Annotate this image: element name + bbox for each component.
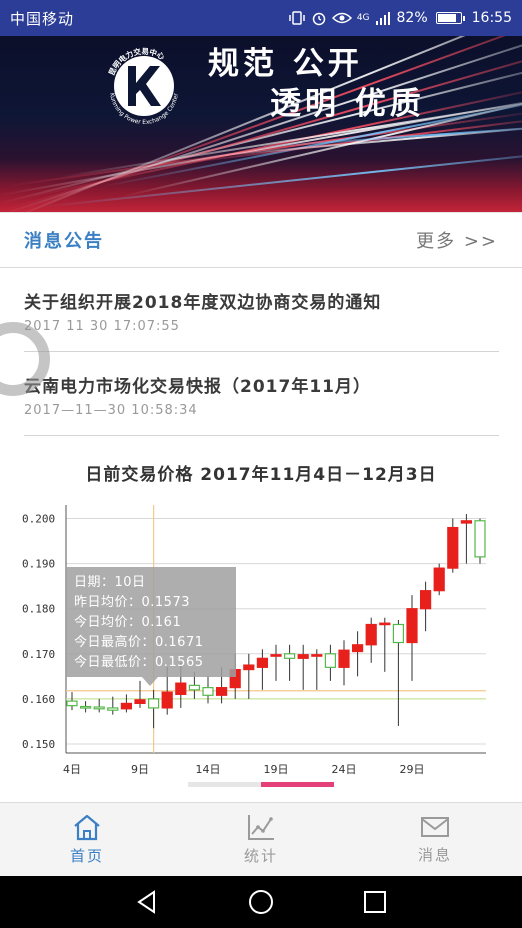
notice-section-header: 消息公告 更多 >> [0,212,522,268]
chart-tooltip: 日期：10日 昨日均价：0.1573 今日均价：0.161 今日最高价：0.16… [66,567,236,677]
y-tick-label: 0.180 [22,603,55,616]
candle-body [93,706,105,710]
battery-percent: 82% [396,10,428,26]
home-icon [74,814,100,841]
y-tick-label: 0.150 [22,738,55,751]
tooltip-pointer [142,677,158,686]
candle-body [447,526,459,569]
candle-body [188,684,200,691]
candle-body [79,705,92,709]
candle-body [338,649,350,668]
x-tick-label: 24日 [332,763,357,776]
bottom-tab-bar: 首页 统计 消息 [0,802,522,876]
candle-body [256,657,268,668]
candle-body [284,653,296,659]
slogan-line-1: 规范 公开 [208,46,363,82]
y-tick-label: 0.170 [22,648,55,661]
candle-body [379,622,391,626]
network-type: 4G [356,13,370,23]
alarm-icon [312,12,326,26]
news-item[interactable]: 关于组织开展2018年度双边协商交易的通知 2017 11 30 17:07:5… [24,268,499,352]
news-title: 关于组织开展2018年度双边协商交易的通知 [24,293,382,313]
tab-messages[interactable]: 消息 [348,803,522,876]
tab-statistics[interactable]: 统计 [174,803,348,876]
tooltip-today-avg: 今日均价：0.161 [74,615,182,630]
status-bar: 中国移动 4G 82% 16:55 [0,0,522,36]
tooltip-today-low: 今日最低价：0.1565 [74,655,204,670]
y-tick-label: 0.160 [22,693,55,706]
x-tick-label: 4日 [63,763,81,776]
tooltip-today-high: 今日最高价：0.1671 [74,635,204,650]
tab-messages-label: 消息 [417,846,452,864]
clock: 16:55 [471,10,512,26]
battery-icon [435,12,465,24]
chart-scroll-thumb[interactable] [261,782,334,787]
x-tick-label: 29日 [400,763,425,776]
tooltip-date: 日期：10日 [74,575,146,590]
system-navigation-bar [0,876,522,928]
banner[interactable]: 昆明电力交易中心 Kunming Power Exchange Center 规… [0,36,522,212]
candle-body [352,644,364,653]
signal-icon [375,12,390,25]
candle-body [365,623,377,646]
kunming-power-exchange-logo: 昆明电力交易中心 Kunming Power Exchange Center [106,46,180,126]
tab-home-label: 首页 [69,847,104,865]
tab-statistics-label: 统计 [243,847,278,865]
candle-body [243,664,255,671]
candle-body [107,707,119,711]
candle-body [216,687,228,696]
candle-body [270,654,282,657]
candle-body [161,691,173,709]
eye-icon [331,12,352,24]
candle-body [311,654,323,657]
news-time: 2017—11—30 10:58:34 [24,403,198,418]
candle-body [148,698,160,709]
candle-body [175,682,187,695]
news-time: 2017 11 30 17:07:55 [24,319,180,334]
x-tick-label: 19日 [264,763,289,776]
news-title: 云南电力市场化交易快报（2017年11月） [24,377,371,397]
news-item[interactable]: 云南电力市场化交易快报（2017年11月） 2017—11—30 10:58:3… [24,352,499,436]
mail-icon [421,817,449,837]
more-link[interactable]: 更多 >> [416,227,498,253]
candle-body [202,687,214,696]
carrier-label: 中国移动 [10,9,75,28]
home-circle-icon[interactable] [248,889,274,915]
y-tick-label: 0.190 [22,558,55,571]
vibrate-icon [289,11,305,25]
recents-icon[interactable] [362,889,388,915]
candle-body [66,700,78,707]
tab-home[interactable]: 首页 [0,803,174,876]
candle-body [420,590,432,610]
tooltip-prev-avg: 昨日均价：0.1573 [74,595,190,610]
candle-body [392,623,404,644]
candle-body [120,702,133,710]
candle-body [433,567,445,592]
back-icon[interactable] [134,889,160,915]
chart-title: 日前交易价格 2017年11月4日－12月3日 [85,465,437,485]
notice-section-title: 消息公告 [24,231,104,252]
x-tick-label: 14日 [196,763,221,776]
slogan-line-2: 透明 优质 [270,86,425,122]
chart-icon [248,815,274,840]
candle-body [134,699,146,704]
y-tick-label: 0.200 [22,513,55,526]
status-icons: 4G 82% 16:55 [288,10,512,26]
candle-body [474,520,486,558]
x-tick-label: 9日 [131,763,149,776]
candle-body [324,653,336,668]
light-streak [0,89,522,196]
candle-body [460,520,472,524]
candle-body [406,608,418,644]
candle-body [297,654,309,659]
